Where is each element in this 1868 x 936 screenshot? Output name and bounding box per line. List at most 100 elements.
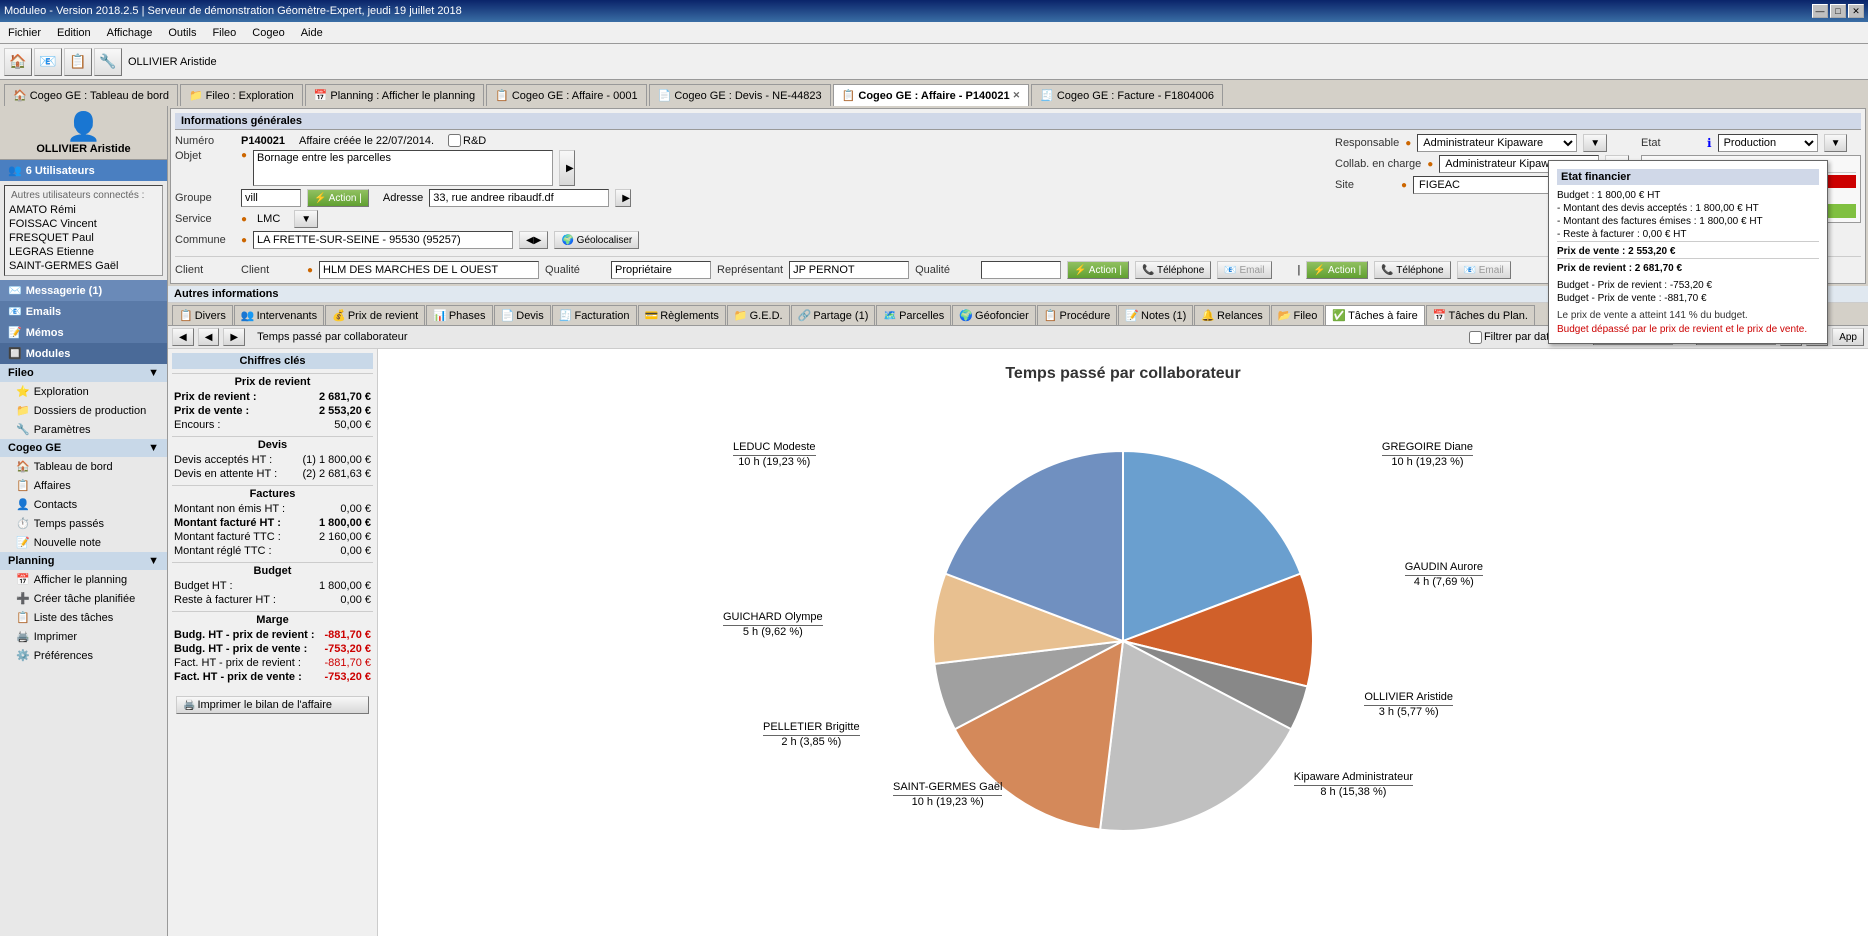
- btn-rep-email[interactable]: 📧 Email: [1457, 261, 1511, 279]
- form-row-responsable: Responsable ● Administrateur Kipaware ▼: [1335, 134, 1635, 152]
- btn-nav-left[interactable]: ◀: [172, 328, 194, 346]
- sub-tab-reglements[interactable]: 💳Règlements: [638, 305, 726, 325]
- tab-exploration[interactable]: 📁Fileo : Exploration: [180, 84, 303, 106]
- filter-date-checkbox[interactable]: [1469, 331, 1482, 344]
- toolbar-btn-1[interactable]: 🏠: [4, 48, 32, 76]
- input-adresse[interactable]: [429, 189, 609, 207]
- etat-budget: Budget : 1 800,00 € HT: [1557, 189, 1819, 202]
- sidebar-cogeo-group[interactable]: Cogeo GE ▼: [0, 439, 167, 457]
- btn-service[interactable]: ▼: [294, 210, 318, 228]
- btn-nav-next[interactable]: ▶: [223, 328, 245, 346]
- menu-aide[interactable]: Aide: [293, 25, 331, 41]
- sidebar-item-dossiers[interactable]: 📁Dossiers de production: [0, 401, 167, 420]
- sub-tab-geofoncier[interactable]: 🌍Géofoncier: [952, 305, 1036, 325]
- btn-etat-expand[interactable]: ▼: [1824, 134, 1848, 152]
- sidebar-memos[interactable]: 📝 Mémos: [0, 322, 167, 343]
- sidebar-item-affaires[interactable]: 📋Affaires: [0, 476, 167, 495]
- sub-tab-taches-faire[interactable]: ✅Tâches à faire: [1325, 305, 1424, 325]
- chiffres-cles-title: Chiffres clés: [172, 353, 373, 369]
- sidebar-fileo-group[interactable]: Fileo ▼: [0, 364, 167, 382]
- input-objet[interactable]: Bornage entre les parcelles: [253, 150, 553, 186]
- tab-affaire-0001[interactable]: 📋Cogeo GE : Affaire - 0001: [486, 84, 646, 106]
- sidebar-messaging[interactable]: ✉️ Messagerie (1): [0, 280, 167, 301]
- sub-tab-phases[interactable]: 📊Phases: [426, 305, 492, 325]
- menu-affichage[interactable]: Affichage: [99, 25, 161, 41]
- sub-tab-facturation[interactable]: 🧾Facturation: [552, 305, 637, 325]
- sidebar-item-temps-passes[interactable]: ⏱️Temps passés: [0, 514, 167, 533]
- sub-tab-relances[interactable]: 🔔Relances: [1194, 305, 1270, 325]
- btn-responsable-expand[interactable]: ▼: [1583, 134, 1607, 152]
- tab-affaire-p140021[interactable]: 📋Cogeo GE : Affaire - P140021 ✕: [833, 84, 1029, 106]
- sidebar-item-creer-tache[interactable]: ➕Créer tâche planifiée: [0, 589, 167, 608]
- sub-tab-fileo[interactable]: 📂Fileo: [1271, 305, 1325, 325]
- btn-adresse-expand[interactable]: ▶: [615, 189, 631, 207]
- tab-devis[interactable]: 📄Cogeo GE : Devis - NE-44823: [649, 84, 831, 106]
- sidebar-item-liste-taches[interactable]: 📋Liste des tâches: [0, 608, 167, 627]
- label-guichard: GUICHARD Olympe 5 h (9,62 %): [723, 611, 823, 638]
- sidebar-planning-group[interactable]: Planning ▼: [0, 552, 167, 570]
- minimize-button[interactable]: —: [1812, 4, 1828, 18]
- sidebar-item-exploration[interactable]: ⭐Exploration: [0, 382, 167, 401]
- rd-checkbox[interactable]: [448, 134, 461, 147]
- btn-action[interactable]: ⚡ Action |: [307, 189, 369, 207]
- toolbar-btn-3[interactable]: 📋: [64, 48, 92, 76]
- menu-bar: Fichier Edition Affichage Outils Fileo C…: [0, 22, 1868, 44]
- menu-edition[interactable]: Edition: [49, 25, 99, 41]
- btn-nav-prev[interactable]: ◀: [198, 328, 220, 346]
- sidebar-item-tableau-de-bord[interactable]: 🏠Tableau de bord: [0, 457, 167, 476]
- sidebar-item-nouvelle-note[interactable]: 📝Nouvelle note: [0, 533, 167, 552]
- tab-facture[interactable]: 🧾Cogeo GE : Facture - F1804006: [1031, 84, 1223, 106]
- btn-client-telephone[interactable]: 📞 Téléphone: [1135, 261, 1211, 279]
- sidebar-item-contacts[interactable]: 👤Contacts: [0, 495, 167, 514]
- select-etat[interactable]: Production: [1718, 134, 1818, 152]
- tab-close-icon[interactable]: ✕: [1013, 90, 1021, 101]
- site-icon: ●: [1401, 180, 1407, 191]
- btn-rep-telephone[interactable]: 📞 Téléphone: [1374, 261, 1450, 279]
- btn-rep-action[interactable]: ⚡ Action |: [1306, 261, 1368, 279]
- sub-tab-procedure[interactable]: 📋Procédure: [1037, 305, 1117, 325]
- sidebar-emails[interactable]: 📧 Emails: [0, 301, 167, 322]
- input-client[interactable]: [319, 261, 539, 279]
- menu-fileo[interactable]: Fileo: [204, 25, 244, 41]
- sidebar-modules[interactable]: 🔲 Modules: [0, 343, 167, 364]
- input-representant[interactable]: [789, 261, 909, 279]
- sub-tab-ged[interactable]: 📁G.E.D.: [727, 305, 790, 325]
- sidebar-item-afficher-planning[interactable]: 📅Afficher le planning: [0, 570, 167, 589]
- checkbox-rd[interactable]: R&D: [448, 134, 486, 147]
- btn-client-email[interactable]: 📧 Email: [1217, 261, 1271, 279]
- content-area: Chiffres clés Prix de revient Prix de re…: [168, 349, 1868, 936]
- btn-imprimer-bilan[interactable]: 🖨️ Imprimer le bilan de l'affaire: [176, 696, 369, 714]
- sub-tab-taches-plan[interactable]: 📅Tâches du Plan.: [1426, 305, 1535, 325]
- toolbar-btn-2[interactable]: 📧: [34, 48, 62, 76]
- btn-commune[interactable]: ◀▶: [519, 231, 548, 249]
- close-button[interactable]: ✕: [1848, 4, 1864, 18]
- sub-tab-partage[interactable]: 🔗Partage (1): [791, 305, 876, 325]
- select-responsable[interactable]: Administrateur Kipaware: [1417, 134, 1577, 152]
- label-ollivier: OLLIVIER Aristide 3 h (5,77 %): [1364, 691, 1453, 718]
- btn-geolocal[interactable]: 🌍 Géolocaliser: [554, 231, 639, 249]
- sub-tab-intervenants[interactable]: 👥Intervenants: [234, 305, 324, 325]
- menu-outils[interactable]: Outils: [160, 25, 204, 41]
- sub-tab-devis[interactable]: 📄Devis: [494, 305, 551, 325]
- maximize-button[interactable]: □: [1830, 4, 1846, 18]
- btn-filter-option[interactable]: App: [1832, 328, 1864, 346]
- input-qualite2[interactable]: [981, 261, 1061, 279]
- sub-tab-notes[interactable]: 📝Notes (1): [1118, 305, 1193, 325]
- btn-objet-expand[interactable]: ▶: [559, 150, 575, 186]
- btn-client-action[interactable]: ⚡ Action |: [1067, 261, 1129, 279]
- tab-tableau-de-bord[interactable]: 🏠Cogeo GE : Tableau de bord: [4, 84, 178, 106]
- toolbar-btn-4[interactable]: 🔧: [94, 48, 122, 76]
- sidebar-item-parametres[interactable]: 🔧Paramètres: [0, 420, 167, 439]
- tab-planning[interactable]: 📅Planning : Afficher le planning: [305, 84, 484, 106]
- input-groupe[interactable]: [241, 189, 301, 207]
- sidebar-item-preferences[interactable]: ⚙️Préférences: [0, 646, 167, 665]
- menu-fichier[interactable]: Fichier: [0, 25, 49, 41]
- sub-tab-divers[interactable]: 📋Divers: [172, 305, 233, 325]
- sidebar-item-imprimer[interactable]: 🖨️Imprimer: [0, 627, 167, 646]
- sub-tab-prix-de-revient[interactable]: 💰Prix de revient: [325, 305, 425, 325]
- input-commune[interactable]: [253, 231, 513, 249]
- input-qualite[interactable]: [611, 261, 711, 279]
- menu-cogeo[interactable]: Cogeo: [244, 25, 292, 41]
- sub-tab-parcelles[interactable]: 🗺️Parcelles: [876, 305, 951, 325]
- sidebar-users-section[interactable]: 👥 6 Utilisateurs: [0, 160, 167, 181]
